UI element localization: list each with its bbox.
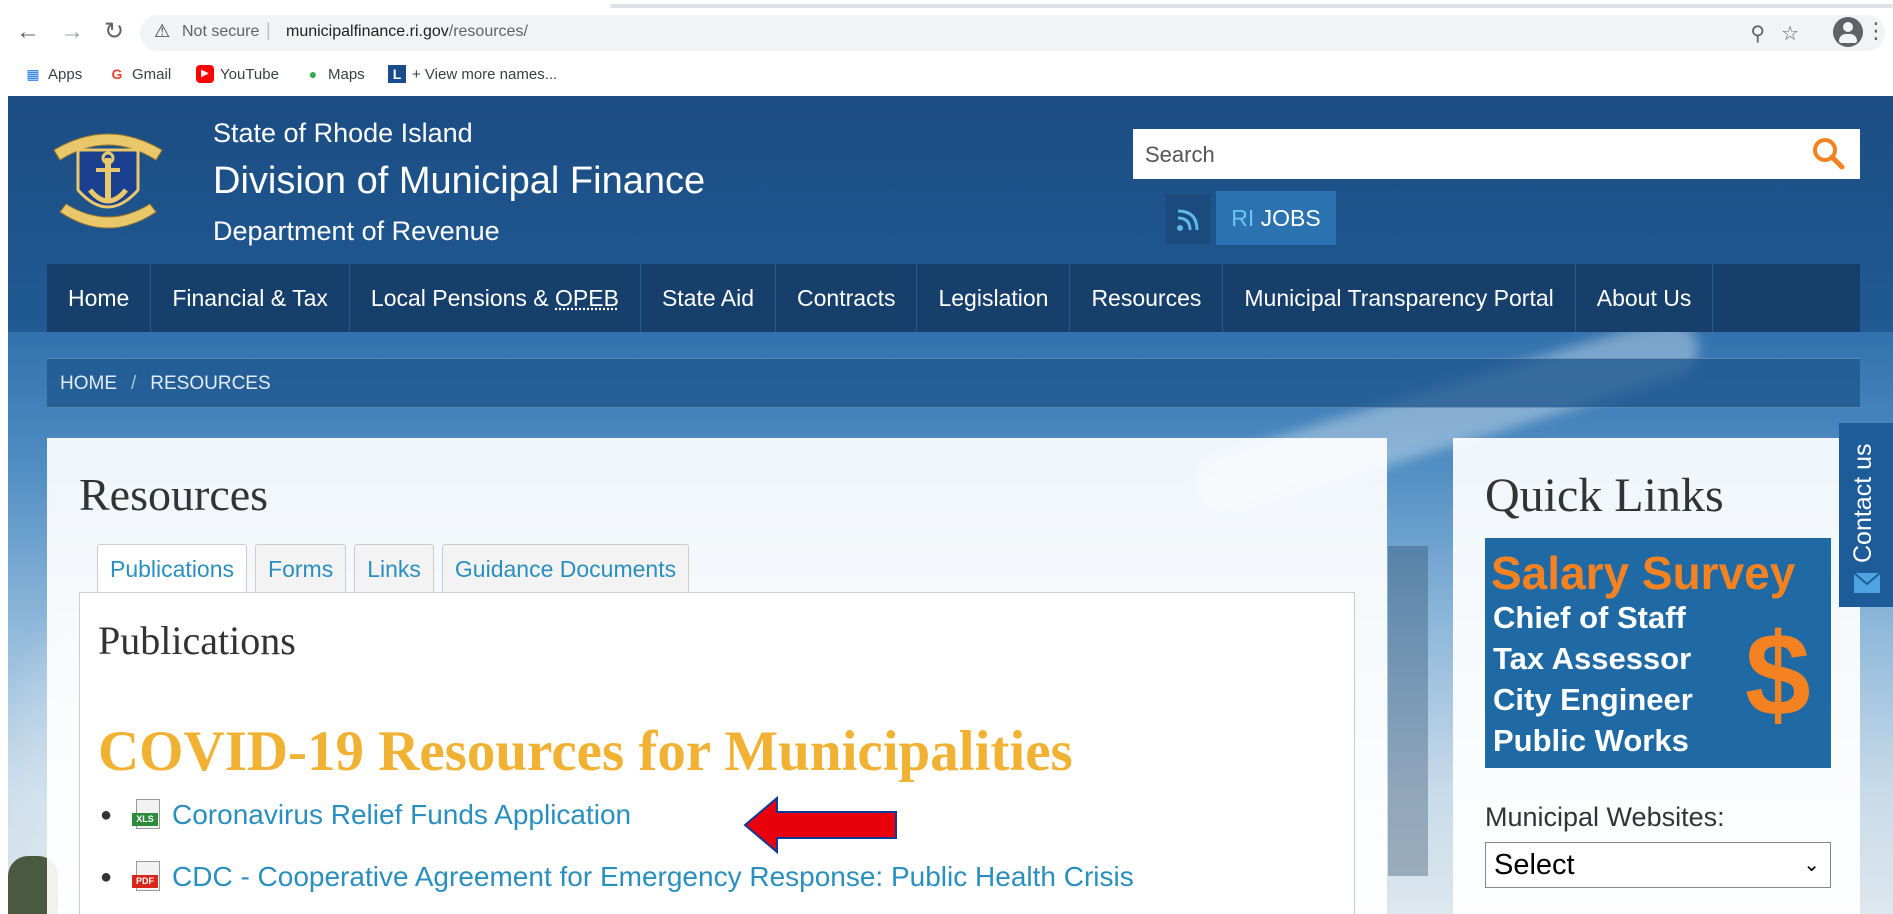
- warning-triangle-icon: ⚠: [154, 21, 171, 41]
- youtube-icon: ▶: [196, 65, 214, 83]
- web-page: State of Rhode Island Division of Munici…: [8, 96, 1893, 914]
- municipal-websites-select[interactable]: Select ⌄: [1485, 842, 1831, 888]
- nav-state-aid[interactable]: State Aid: [641, 264, 777, 332]
- nav-legislation[interactable]: Legislation: [917, 264, 1071, 332]
- not-secure-label: Not secure: [182, 23, 260, 40]
- main-navigation: Home Financial & Tax Local Pensions & OP…: [47, 264, 1860, 332]
- pdf-file-icon: PDF: [132, 861, 162, 893]
- profile-avatar-icon[interactable]: [1833, 17, 1863, 47]
- bookmark-view-more-label: + View more names...: [412, 65, 558, 83]
- background-building: [1388, 546, 1428, 876]
- coronavirus-relief-funds-link[interactable]: Coronavirus Relief Funds Application: [172, 799, 631, 831]
- covid-resources-heading: COVID-19 Resources for Municipalities: [98, 720, 1073, 783]
- envelope-icon: [1854, 573, 1880, 593]
- quick-links-heading: Quick Links: [1485, 469, 1724, 522]
- nav-financial-tax[interactable]: Financial & Tax: [151, 264, 350, 332]
- tab-strip-line: [610, 4, 1893, 8]
- nav-local-pensions-opeb[interactable]: Local Pensions & OPEB: [350, 264, 641, 332]
- bookmark-gmail[interactable]: G Gmail: [108, 65, 172, 83]
- list-item: ● PDF CDC - Cooperative Agreement for Em…: [100, 861, 1134, 893]
- apps-grid-icon: ▦: [26, 66, 40, 82]
- file-type-label: PDF: [132, 875, 158, 888]
- resource-tabs: Publications Forms Links Guidance Docume…: [97, 544, 690, 592]
- tab-links[interactable]: Links: [354, 544, 434, 592]
- tab-guidance-documents[interactable]: Guidance Documents: [441, 544, 690, 592]
- zoom-icon[interactable]: ⚲: [1750, 21, 1765, 46]
- bookmark-youtube[interactable]: ▶ YouTube: [196, 65, 279, 83]
- publications-tab-panel: Publications COVID-19 Resources for Muni…: [79, 592, 1355, 914]
- site-department-name[interactable]: Department of Revenue: [213, 216, 500, 247]
- address-bar-row: ← → ↻ ⚠ Not secure | municipalfinance.ri…: [0, 10, 1893, 56]
- url-host: municipalfinance.ri.gov: [286, 23, 449, 40]
- letter-l-icon: L: [388, 65, 406, 83]
- xls-file-icon: XLS: [132, 799, 162, 831]
- municipal-websites-selected: Select: [1494, 849, 1575, 881]
- salary-line: Public Works: [1493, 723, 1689, 758]
- bookmark-apps-label: Apps: [48, 65, 83, 83]
- red-pointer-arrow: [743, 796, 897, 854]
- nav-contracts[interactable]: Contracts: [776, 264, 918, 332]
- star-bookmark-icon[interactable]: ☆: [1781, 21, 1799, 46]
- rss-feed-icon[interactable]: [1166, 194, 1210, 244]
- url-text: municipalfinance.ri.gov/resources/: [286, 23, 528, 41]
- bookmark-youtube-label: YouTube: [220, 65, 279, 83]
- list-bullet: ●: [100, 803, 113, 826]
- address-bar[interactable]: ⚠ Not secure | municipalfinance.ri.gov/r…: [140, 15, 1885, 51]
- url-path: /resources/: [448, 23, 528, 40]
- salary-line: City Engineer: [1493, 682, 1693, 717]
- more-menu-icon[interactable]: ⋮: [1865, 18, 1887, 44]
- search-placeholder: Search: [1145, 142, 1215, 167]
- nav-about-us[interactable]: About Us: [1576, 264, 1714, 332]
- page-title: Resources: [79, 469, 269, 520]
- forward-arrow-icon[interactable]: →: [58, 18, 86, 46]
- salary-survey-heading: Salary Survey: [1491, 547, 1796, 599]
- back-arrow-icon[interactable]: ←: [14, 18, 42, 46]
- chevron-down-icon: ⌄: [1803, 854, 1820, 876]
- bookmark-apps[interactable]: ▦ Apps: [24, 65, 82, 83]
- reload-icon[interactable]: ↻: [100, 18, 128, 46]
- google-g-icon: G: [111, 66, 123, 82]
- file-type-label: XLS: [132, 813, 158, 826]
- salary-survey-banner[interactable]: Salary Survey Chief of Staff Tax Assesso…: [1485, 538, 1831, 768]
- breadcrumb-separator: /: [131, 373, 137, 394]
- bookmark-gmail-label: Gmail: [132, 65, 172, 83]
- tab-forms[interactable]: Forms: [255, 544, 347, 592]
- list-item: ● XLS Coronavirus Relief Funds Applicati…: [100, 799, 631, 831]
- bookmark-maps[interactable]: ● Maps: [304, 65, 365, 83]
- omnibox-separator: |: [266, 20, 271, 40]
- tab-publications[interactable]: Publications: [97, 544, 248, 592]
- site-division-name[interactable]: Division of Municipal Finance: [213, 160, 705, 203]
- rhode-island-seal-icon[interactable]: [48, 120, 168, 240]
- main-content-panel: Resources Publications Forms Links Guida…: [47, 438, 1387, 914]
- nav-resources[interactable]: Resources: [1070, 264, 1224, 332]
- dollar-sign-icon: $: [1745, 609, 1811, 741]
- salary-line: Chief of Staff: [1493, 600, 1686, 635]
- publications-heading: Publications: [98, 618, 296, 663]
- ri-jobs-button[interactable]: RI JOBS: [1216, 191, 1336, 245]
- nav-municipal-transparency-portal[interactable]: Municipal Transparency Portal: [1223, 264, 1576, 332]
- site-search-input[interactable]: Search: [1133, 129, 1860, 179]
- cdc-cooperative-agreement-link[interactable]: CDC - Cooperative Agreement for Emergenc…: [172, 861, 1134, 893]
- contact-us-label: Contact us: [1849, 443, 1877, 563]
- breadcrumb-home[interactable]: HOME: [60, 373, 117, 394]
- municipal-websites-label: Municipal Websites:: [1485, 802, 1725, 832]
- maps-pin-icon: ●: [308, 66, 318, 82]
- breadcrumb: HOME / RESOURCES: [47, 358, 1860, 408]
- breadcrumb-current: RESOURCES: [150, 373, 271, 394]
- tab-strip: [0, 0, 1893, 10]
- nav-local-pensions-label: Local Pensions &: [370, 285, 556, 311]
- bookmark-view-more[interactable]: L + View more names...: [388, 65, 557, 83]
- ri-jobs-prefix: RI: [1231, 205, 1255, 231]
- nav-home[interactable]: Home: [47, 264, 152, 332]
- site-state-name[interactable]: State of Rhode Island: [213, 118, 473, 149]
- contact-us-tab[interactable]: Contact us: [1839, 423, 1893, 607]
- quick-links-panel: Quick Links Salary Survey Chief of Staff…: [1453, 438, 1860, 914]
- bookmarks-bar: ▦ Apps G Gmail ▶ YouTube ● Maps L + View more…: [0, 56, 1893, 94]
- salary-line: Tax Assessor: [1493, 641, 1692, 676]
- search-icon[interactable]: [1810, 135, 1846, 171]
- bookmark-maps-label: Maps: [328, 65, 365, 83]
- list-bullet: ●: [100, 865, 113, 888]
- nav-opeb-abbr: OPEB: [555, 285, 619, 311]
- ri-jobs-label: JOBS: [1260, 205, 1321, 231]
